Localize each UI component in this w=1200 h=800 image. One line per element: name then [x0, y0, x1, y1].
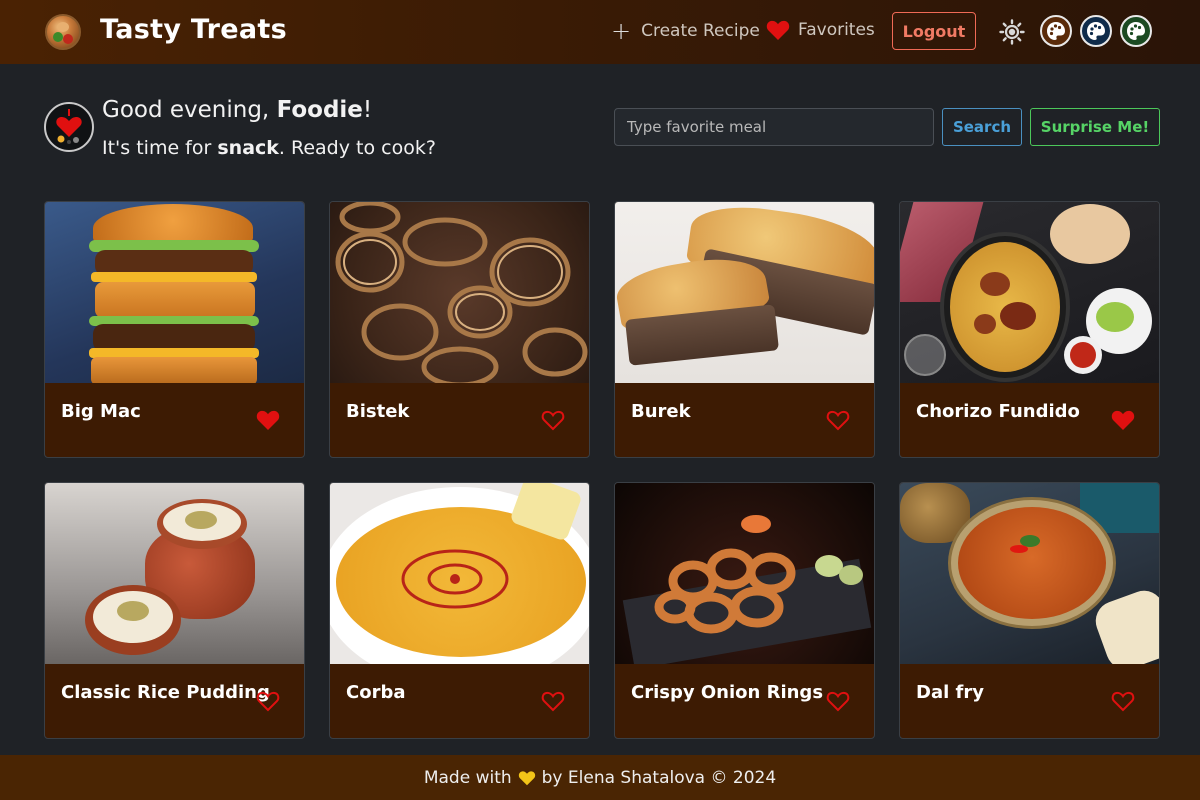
recipe-card[interactable]: Big Mac — [44, 201, 305, 458]
top-navbar: Tasty Treats + Create Recipe Favorites L… — [0, 0, 1200, 64]
heart-icon[interactable] — [541, 690, 565, 712]
recipe-image[interactable] — [615, 483, 874, 664]
favorites-label: Favorites — [798, 20, 875, 40]
recipe-name[interactable]: Bistek — [346, 401, 409, 422]
meal-prefix: It's time for — [102, 137, 218, 159]
recipe-card[interactable]: Chorizo Fundido — [899, 201, 1160, 458]
recipe-image[interactable] — [615, 202, 874, 383]
surprise-me-button[interactable]: Surprise Me! — [1030, 108, 1160, 146]
recipe-card[interactable]: Burek — [614, 201, 875, 458]
heart-icon — [766, 20, 790, 40]
recipe-image[interactable] — [900, 202, 1159, 383]
recipe-card[interactable]: Dal fry — [899, 482, 1160, 739]
heart-icon[interactable] — [256, 690, 280, 712]
recipe-name[interactable]: Burek — [631, 401, 691, 422]
recipe-image[interactable] — [330, 483, 589, 664]
heart-icon[interactable] — [541, 409, 565, 431]
recipe-card[interactable]: Classic Rice Pudding — [44, 482, 305, 739]
search-button[interactable]: Search — [942, 108, 1022, 146]
avatar — [44, 102, 94, 152]
recipe-image[interactable] — [45, 202, 304, 383]
heart-icon[interactable] — [256, 409, 280, 431]
meal-suffix: . Ready to cook? — [278, 137, 436, 159]
recipe-name[interactable]: Classic Rice Pudding — [61, 682, 270, 703]
footer-credit: by Elena Shatalova © 2024 — [541, 767, 777, 788]
recipe-image[interactable] — [900, 483, 1159, 664]
palette-icon[interactable] — [1120, 15, 1152, 47]
heart-icon[interactable] — [826, 690, 850, 712]
recipe-name[interactable]: Dal fry — [916, 682, 984, 703]
heart-icon[interactable] — [826, 409, 850, 431]
search-input[interactable] — [614, 108, 934, 146]
recipe-name[interactable]: Crispy Onion Rings — [631, 682, 823, 703]
app-title[interactable]: Tasty Treats — [100, 14, 287, 45]
recipe-image[interactable] — [45, 483, 304, 664]
meal-time-line: It's time for snack. Ready to cook? — [102, 137, 436, 159]
meal-name: snack — [217, 137, 279, 159]
recipe-card[interactable]: Corba — [329, 482, 590, 739]
heart-icon[interactable] — [1111, 690, 1135, 712]
create-recipe-label: Create Recipe — [641, 21, 760, 41]
recipe-card[interactable]: Crispy Onion Rings — [614, 482, 875, 739]
food-plate-icon[interactable] — [45, 14, 81, 50]
greeting-line: Good evening, Foodie! — [102, 97, 372, 123]
sun-icon[interactable] — [999, 19, 1025, 45]
favorites-link[interactable]: Favorites — [766, 19, 875, 41]
logout-button[interactable]: Logout — [892, 12, 976, 50]
greeting-suffix: ! — [362, 97, 373, 123]
recipe-card[interactable]: Bistek — [329, 201, 590, 458]
recipe-name[interactable]: Chorizo Fundido — [916, 401, 1080, 422]
footer-prefix: Made with — [423, 767, 512, 788]
yellow-heart-icon — [518, 770, 535, 785]
palette-icon[interactable] — [1080, 15, 1112, 47]
palette-icon[interactable] — [1040, 15, 1072, 47]
heart-icon[interactable] — [1111, 409, 1135, 431]
plus-icon: + — [611, 17, 632, 45]
recipe-image[interactable] — [330, 202, 589, 383]
recipe-name[interactable]: Big Mac — [61, 401, 141, 422]
heart-chef-icon — [56, 109, 82, 144]
greeting-prefix: Good evening, — [102, 97, 277, 123]
create-recipe-link[interactable]: + Create Recipe — [611, 19, 760, 43]
user-name: Foodie — [276, 97, 363, 123]
recipe-name[interactable]: Corba — [346, 682, 405, 703]
footer: Made with by Elena Shatalova © 2024 — [0, 755, 1200, 800]
